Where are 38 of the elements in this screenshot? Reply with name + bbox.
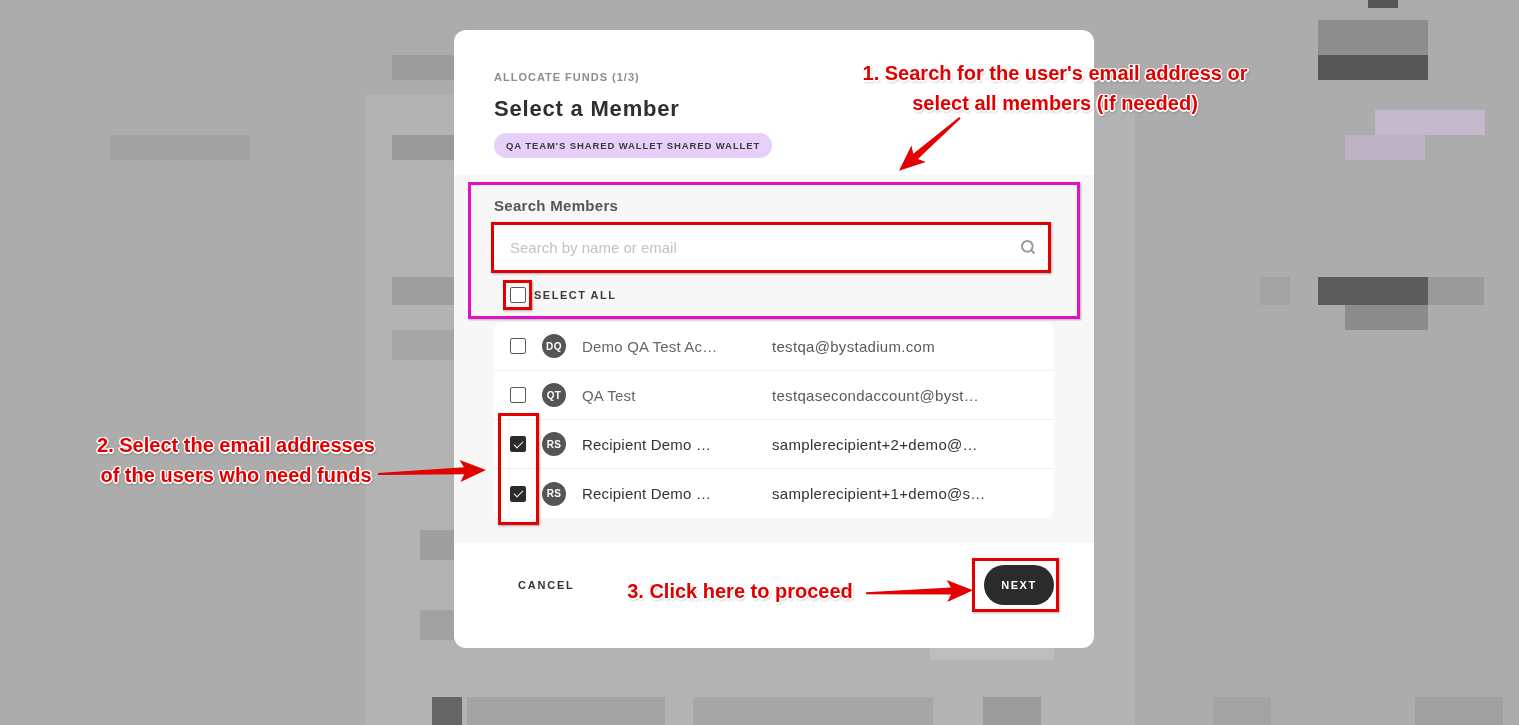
member-checkbox[interactable] [510,485,526,502]
pointer-arrow [899,117,961,171]
annotation-text: 3. Click here to proceed [626,579,854,604]
member-email: testqa@bystadium.com [772,337,935,355]
search-label: Search Members [494,197,619,215]
pixelated-patch [392,330,454,360]
annotation-text: 1. Search for the user's email address or select all members (if needed) [861,61,1249,116]
search-icon [1020,239,1036,255]
search-field[interactable]: Search by name or email [494,225,1048,270]
member-checkbox[interactable] [510,436,526,452]
select-all-label: SELECT ALL [534,289,617,301]
pixelated-patch [1368,0,1398,8]
member-avatar: QT [542,383,566,407]
pixelated-patch [420,610,454,640]
pixelated-patch [392,135,454,160]
member-avatar: DQ [542,334,566,358]
pixelated-patch [432,697,462,725]
cancel-button[interactable]: CANCEL [494,565,599,605]
step-label: ALLOCATE FUNDS (1/3) [494,70,640,84]
member-name: QA Test [582,386,637,404]
member-avatar: RS [542,432,566,456]
pixelated-patch [420,530,454,560]
wallet-badge: QA TEAM'S SHARED WALLET SHARED WALLET [494,133,773,158]
member-avatar: RS [542,481,566,506]
member-checkbox[interactable] [510,387,526,403]
next-button[interactable]: NEXT [984,565,1054,605]
member-name: Recipient Demo … [582,485,713,502]
member-email: testqasecondaccount@byst… [772,386,979,404]
pixelated-patch [392,277,454,305]
select-all-checkbox[interactable] [510,287,526,303]
member-name: Recipient Demo … [582,435,713,453]
dialog-title: Select a Member [494,95,680,123]
member-email: samplerecipient+2+demo@… [772,435,978,453]
pixelated-patch [392,55,454,80]
member-name: Demo QA Test Ac… [582,337,719,355]
member-email: samplerecipient+1+demo@s… [772,485,986,502]
annotation-text: 2. Select the email addresses of the users who need funds [96,433,376,488]
member-checkbox[interactable] [510,338,526,354]
